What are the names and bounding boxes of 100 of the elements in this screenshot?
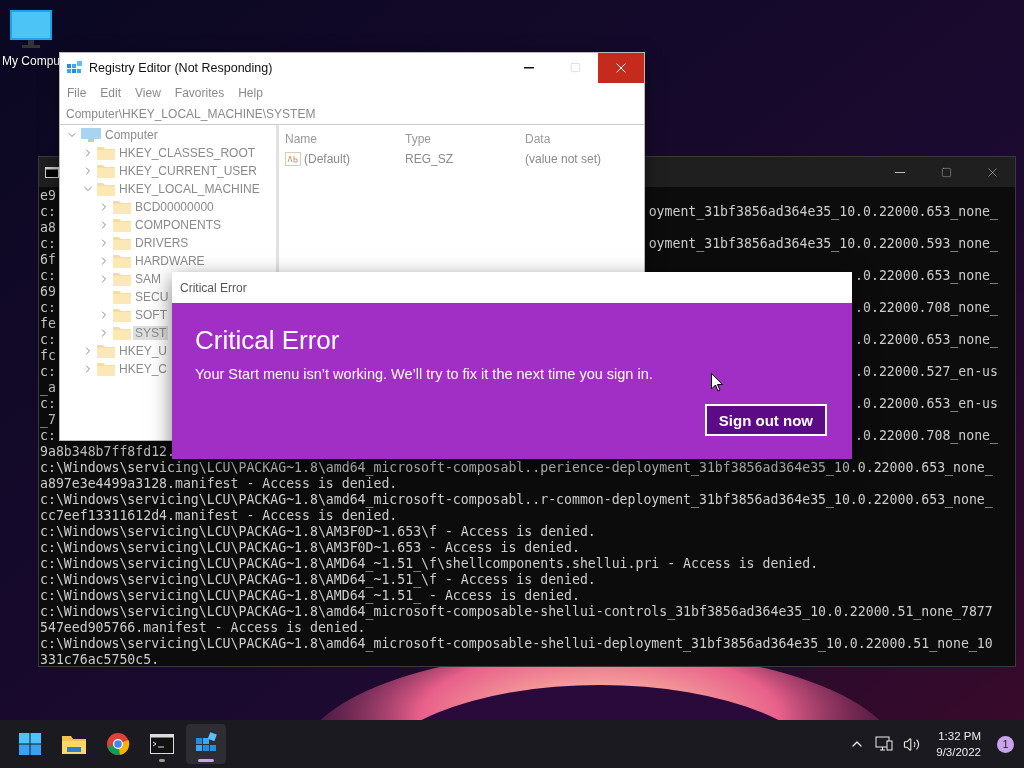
folder-icon <box>113 236 131 250</box>
tree-item[interactable]: HKEY_LOCAL_MACHINE <box>117 182 262 196</box>
tree-item[interactable]: SYST <box>133 326 169 340</box>
folder-icon <box>113 326 131 340</box>
console-line: _a <box>40 380 56 396</box>
tree-item[interactable]: DRIVERS <box>133 236 191 250</box>
chrome-icon <box>106 732 130 756</box>
tree-item[interactable]: HARDWARE <box>133 254 207 268</box>
console-line: c:\Windows\servicing\LCU\PACKAG~1.8\AMD64_~1.51_\f - Access is denied. <box>40 572 596 588</box>
desktop-icon-label: My Compu <box>2 54 60 68</box>
dialog-heading: Critical Error <box>195 325 341 356</box>
console-line: fc <box>40 348 56 364</box>
console-line: c:\Windows\servicing\LCU\PACKAG~1.8\amd64_microsoft-composabl..perience-deployment_31bf3856ad364e35_10.0.22000.653_none_ <box>40 460 993 476</box>
folder-icon <box>61 733 87 755</box>
console-line: .0.22000.527_en-us <box>855 364 998 380</box>
column-header[interactable]: Name <box>285 132 405 146</box>
console-line: .0.22000.653_en-us <box>855 396 998 412</box>
column-header[interactable]: Type <box>405 132 525 146</box>
tree-item[interactable]: Computer <box>103 128 160 142</box>
console-line: fe <box>40 316 56 332</box>
tree-item[interactable]: BCD00000000 <box>133 200 216 214</box>
folder-icon <box>113 308 131 322</box>
folder-icon <box>97 344 115 358</box>
maximize-icon <box>569 62 581 73</box>
console-line: c:\Windows\servicing\LCU\PACKAG~1.8\amd64_microsoft-composable-shellui-controls_31bf3856ad364e35_10.0.22000.51_none_7877 <box>40 604 993 620</box>
console-line: oyment_31bf3856ad364e35_10.0.22000.653_none_ <box>648 204 998 220</box>
menu-item[interactable]: View <box>128 86 168 100</box>
console-line: _7 <box>40 412 56 428</box>
column-header[interactable]: Data <box>525 132 644 146</box>
console-line: c:\Windows\servicing\LCU\PACKAG~1.8\AM3F0D~1.653 - Access is denied. <box>40 540 580 556</box>
folder-icon <box>113 272 131 286</box>
folder-icon <box>113 254 131 268</box>
console-line: cc7eef13311612d4.manifest - Access is denied. <box>40 508 398 524</box>
minimize-icon <box>524 66 534 69</box>
console-line: a897e3e4499a3128.manifest - Access is denied. <box>40 476 398 492</box>
dialog-message: Your Start menu isn’t working. We’ll try to fix it the next time you sign in. <box>195 366 654 382</box>
value-type: REG_SZ <box>405 152 454 166</box>
string-value-icon <box>285 152 301 166</box>
console-line: c: <box>40 428 56 444</box>
menu-item[interactable]: Help <box>231 86 270 100</box>
folder-icon <box>113 218 131 232</box>
sign-out-button[interactable]: Sign out now <box>704 404 827 436</box>
maximize-icon <box>940 166 952 178</box>
console-line: c:\Windows\servicing\LCU\PACKAG~1.8\AMD64_~1.51_ - Access is denied. <box>40 588 580 604</box>
console-line: c: <box>40 236 56 252</box>
tree-item[interactable]: SAM <box>133 272 163 286</box>
tree-item[interactable]: SOFT <box>133 308 169 322</box>
console-line: c: <box>40 396 56 412</box>
console-line: c: <box>40 332 56 348</box>
dialog-title: Critical Error <box>172 272 852 303</box>
console-line: c: <box>40 300 56 316</box>
monitor-icon[interactable] <box>10 10 52 48</box>
taskbar-app[interactable] <box>186 724 226 764</box>
menu-item[interactable]: Favorites <box>167 86 232 100</box>
window-title: Registry Editor (Not Responding) <box>89 60 273 75</box>
folder-icon <box>97 362 115 376</box>
windows-logo-icon <box>18 732 42 756</box>
console-line: oyment_31bf3856ad364e35_10.0.22000.593_none_ <box>648 236 998 252</box>
console-line: c:\Windows\servicing\LCU\PACKAG~1.8\AM3F0D~1.653\f - Access is denied. <box>40 524 596 540</box>
console-line: .0.22000.708_none_ <box>855 300 998 316</box>
console-line: 69 <box>40 284 56 300</box>
folder-icon <box>97 164 115 178</box>
tree-item[interactable]: COMPONENTS <box>133 218 223 232</box>
address-bar[interactable]: Computer\HKEY_LOCAL_MACHINE\SYSTEM <box>60 104 644 125</box>
terminal-icon <box>150 734 174 754</box>
tree-item[interactable]: HKEY_CLASSES_ROOT <box>117 146 258 160</box>
console-line: a8 <box>40 220 56 236</box>
tree-item[interactable]: HKEY_CURRENT_USER <box>117 164 260 178</box>
console-line: 9a8b348b7ff8fd12. <box>40 444 175 460</box>
tree-item[interactable]: HKEY_C <box>117 362 170 376</box>
menu-item[interactable]: File <box>60 86 94 100</box>
notification-badge[interactable]: 1 <box>997 735 1014 753</box>
console-line: c:\Windows\servicing\LCU\PACKAG~1.8\AMD64_~1.51_\f\shellcomponents.shellui.pri - Access is denied. <box>40 556 819 572</box>
monitor-icon <box>81 128 101 142</box>
minimize-icon <box>895 171 905 173</box>
network-icon[interactable] <box>875 736 894 752</box>
console-line: e9 <box>40 188 56 204</box>
clock[interactable]: 1:32 PM 9/3/2022 <box>936 728 981 760</box>
volume-icon[interactable] <box>903 735 921 753</box>
folder-icon <box>97 146 115 160</box>
console-line: .0.22000.708_none_ <box>855 428 998 444</box>
console-line: .0.22000.653_none_ <box>855 332 998 348</box>
close-button[interactable] <box>598 53 644 83</box>
console-line: c: <box>40 364 56 380</box>
tree-item[interactable]: SECU <box>133 290 171 304</box>
folder-icon <box>113 290 131 304</box>
console-line: c: <box>40 268 56 284</box>
console-line: c:\Windows\servicing\LCU\PACKAG~1.8\amd64_microsoft-composable-shellui-deployment_31bf3856ad364e35_10.0.22000.51_none_10 <box>40 636 993 652</box>
console-line: 6f <box>40 252 56 268</box>
console-line: 331c76ac5750c5. <box>40 652 160 666</box>
value-data: (value not set) <box>525 152 603 166</box>
tree-item[interactable]: HKEY_U <box>117 344 170 358</box>
console-line: c: <box>40 204 56 220</box>
cursor-icon <box>711 373 723 392</box>
folder-icon <box>113 200 131 214</box>
console-line: c:\Windows\servicing\LCU\PACKAG~1.8\amd64_microsoft-composabl..r-common-deployment_31bf3856ad364e35_10.0.22000.653_none_ <box>40 492 993 508</box>
terminal-icon <box>45 166 59 178</box>
folder-icon <box>97 182 115 196</box>
menu-item[interactable]: Edit <box>93 86 129 100</box>
console-line: 547eed905766.manifest - Access is denied. <box>40 620 366 636</box>
